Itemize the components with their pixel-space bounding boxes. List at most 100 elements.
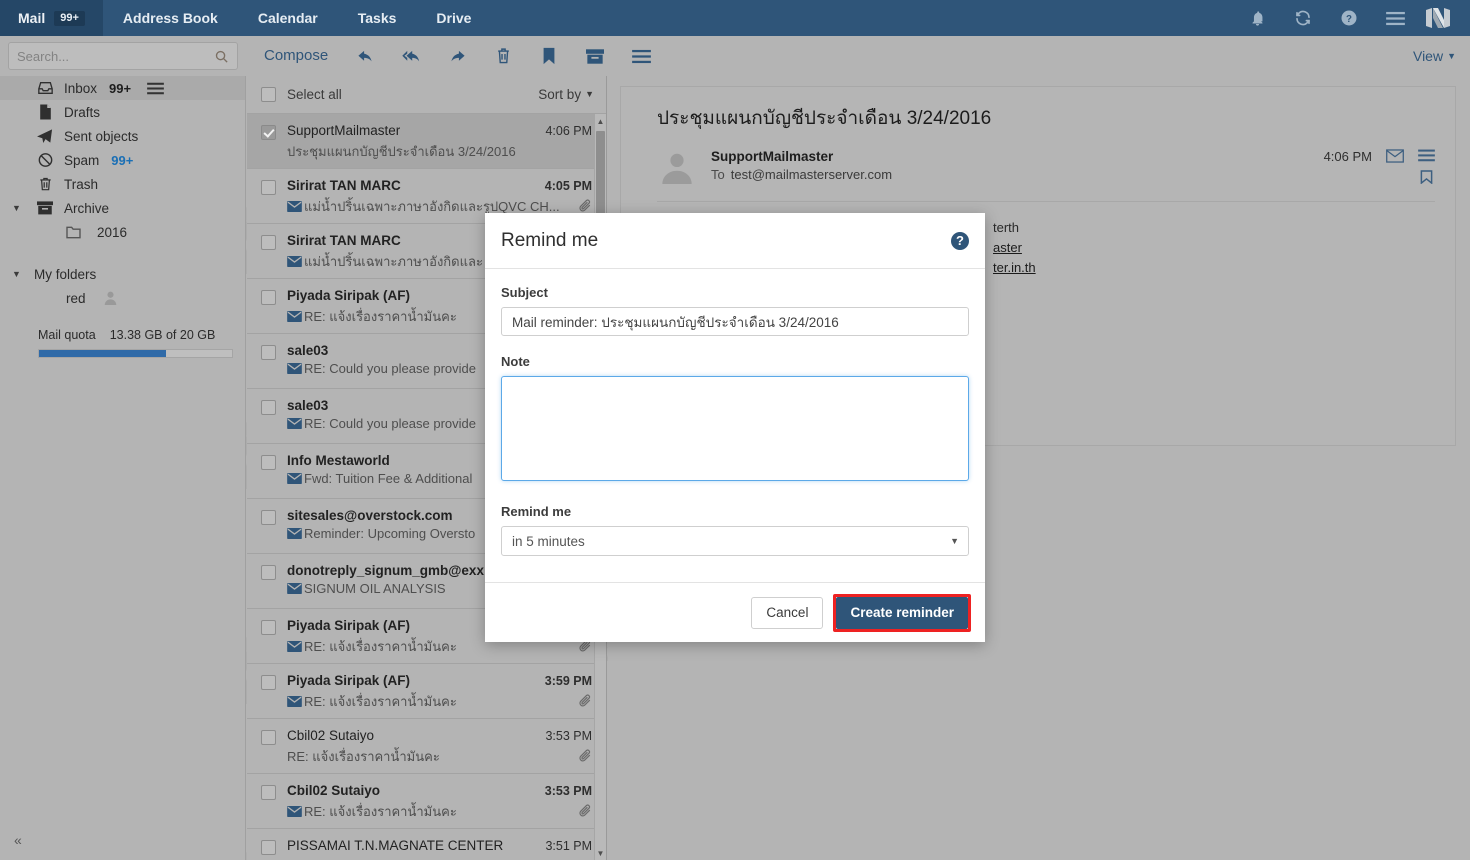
inbox-menu-icon[interactable] xyxy=(147,82,164,95)
more-menu-icon[interactable] xyxy=(1418,149,1435,167)
sidebar-item-archive[interactable]: ▼ Archive xyxy=(0,196,245,220)
nav-tab-address-book-label: Address Book xyxy=(122,10,218,26)
message-checkbox[interactable] xyxy=(261,620,276,635)
message-list-item[interactable]: Cbil02 Sutaiyo 3:53 PM RE: แจ้งเรื่องราค… xyxy=(247,774,606,829)
sidebar-item-drafts[interactable]: Drafts xyxy=(0,100,245,124)
message-subject: ประชุมแผนกบัญชีประจำเดือน 3/24/2016 xyxy=(657,108,992,129)
reply-all-icon[interactable] xyxy=(388,36,434,76)
archive-twisty-icon[interactable]: ▼ xyxy=(12,203,21,213)
mail-quota: Mail quota 13.38 GB of 20 GB xyxy=(0,328,245,342)
sidebar-item-red[interactable]: red xyxy=(0,286,245,310)
message-checkbox[interactable] xyxy=(261,455,276,470)
sidebar-item-sent[interactable]: Sent objects xyxy=(0,124,245,148)
nav-tab-tasks-label: Tasks xyxy=(357,10,397,26)
message-checkbox[interactable] xyxy=(261,840,276,855)
nav-tab-address-book[interactable]: Address Book xyxy=(103,0,238,36)
note-textarea[interactable] xyxy=(501,376,969,481)
nav-tab-mail[interactable]: Mail 99+ xyxy=(0,0,103,36)
message-list-item[interactable]: Cbil02 Sutaiyo 3:53 PM RE: แจ้งเรื่องราค… xyxy=(247,719,606,774)
message-checkbox-cell xyxy=(261,343,276,388)
message-body-link-1[interactable]: aster xyxy=(993,240,1022,255)
help-icon[interactable]: ? xyxy=(951,231,969,250)
menu-icon[interactable] xyxy=(1372,0,1418,36)
inbox-count: 99+ xyxy=(109,80,132,96)
sidebar-item-red-label: red xyxy=(66,290,86,306)
message-subject: ประชุมแผนกบัญชีประจำเดือน 3/24/2016 xyxy=(287,144,516,159)
scroll-down-arrow-icon[interactable]: ▼ xyxy=(595,846,606,860)
message-checkbox-cell xyxy=(261,673,276,718)
message-checkbox[interactable] xyxy=(261,675,276,690)
view-dropdown[interactable]: View ▼ xyxy=(1413,36,1456,78)
scroll-up-arrow-icon[interactable]: ▲ xyxy=(595,114,606,128)
scrollbar-thumb[interactable] xyxy=(596,131,605,223)
reply-icon[interactable] xyxy=(342,36,388,76)
message-checkbox[interactable] xyxy=(261,125,276,140)
remind-me-select[interactable]: in 5 minutes xyxy=(501,526,969,556)
message-checkbox[interactable] xyxy=(261,235,276,250)
message-checkbox[interactable] xyxy=(261,345,276,360)
message-list-item[interactable]: SupportMailmaster 4:06 PM ประชุมแผนกบัญช… xyxy=(247,114,606,169)
flag-icon[interactable] xyxy=(526,36,572,76)
create-reminder-highlight: Create reminder xyxy=(833,593,971,632)
message-checkbox[interactable] xyxy=(261,510,276,525)
message-checkbox[interactable] xyxy=(261,180,276,195)
sidebar-item-spam[interactable]: Spam 99+ xyxy=(0,148,245,172)
collapse-sidebar-button[interactable]: « xyxy=(14,832,22,848)
message-meta: SupportMailmaster To test@mailmasterserve… xyxy=(657,147,1435,202)
message-list-item[interactable]: PISSAMAI T.N.MAGNATE CENTER 3:51 PM xyxy=(247,829,606,860)
sidebar-item-2016[interactable]: 2016 xyxy=(0,220,245,244)
search-input[interactable] xyxy=(9,48,214,64)
svg-text:?: ? xyxy=(1346,14,1352,25)
message-checkbox-cell xyxy=(261,178,276,223)
sort-by-dropdown[interactable]: Sort by ▼ xyxy=(538,87,594,102)
sidebar-item-inbox-label: Inbox xyxy=(64,80,98,96)
dialog-footer: Cancel Create reminder xyxy=(485,582,985,642)
sidebar-section-my-folders[interactable]: ▼ My folders xyxy=(0,262,245,286)
subject-label: Subject xyxy=(501,285,548,300)
nav-tab-calendar[interactable]: Calendar xyxy=(238,0,338,36)
nav-tab-drive[interactable]: Drive xyxy=(416,0,491,36)
message-checkbox[interactable] xyxy=(261,785,276,800)
sidebar-item-trash[interactable]: Trash xyxy=(0,172,245,196)
create-reminder-button[interactable]: Create reminder xyxy=(836,596,968,629)
nav-tab-tasks[interactable]: Tasks xyxy=(338,0,417,36)
message-checkbox[interactable] xyxy=(261,565,276,580)
search-icon[interactable] xyxy=(214,49,237,64)
delete-icon[interactable] xyxy=(480,36,526,76)
more-menu-icon[interactable] xyxy=(618,36,664,76)
message-body-link-2[interactable]: ter.in.th xyxy=(993,260,1036,275)
message-summary: SupportMailmaster 4:06 PM ประชุมแผนกบัญช… xyxy=(276,123,592,168)
envelope-icon[interactable] xyxy=(1386,149,1404,163)
message-subject: RE: แจ้งเรื่องราคาน้ำมันคะ xyxy=(304,309,457,324)
mailmaster-logo xyxy=(1418,0,1458,36)
nav-tab-calendar-label: Calendar xyxy=(257,10,318,26)
remind-me-label: Remind me xyxy=(501,504,572,519)
cancel-button[interactable]: Cancel xyxy=(751,596,824,629)
message-checkbox[interactable] xyxy=(261,400,276,415)
forward-icon[interactable] xyxy=(434,36,480,76)
message-list-item[interactable]: Piyada Siripak (AF) 3:59 PM RE: แจ้งเรื่… xyxy=(247,664,606,719)
refresh-icon[interactable] xyxy=(1280,0,1326,36)
compose-button[interactable]: Compose xyxy=(248,36,342,76)
message-options[interactable] xyxy=(1418,149,1435,189)
bell-icon[interactable] xyxy=(1234,0,1280,36)
my-folders-twisty-icon[interactable]: ▼ xyxy=(12,269,21,279)
dialog-header: Remind me ? xyxy=(485,213,985,269)
message-summary: Cbil02 Sutaiyo 3:53 PM RE: แจ้งเรื่องราค… xyxy=(276,728,592,773)
bookmark-icon[interactable] xyxy=(1420,170,1433,189)
message-time: 4:06 PM xyxy=(1323,149,1372,164)
mail-actions-toolbar: Compose xyxy=(248,36,1358,76)
help-icon[interactable]: ? xyxy=(1326,0,1372,36)
message-sender: Piyada Siripak (AF) xyxy=(287,618,411,633)
message-checkbox[interactable] xyxy=(261,290,276,305)
archive-icon[interactable] xyxy=(572,36,618,76)
remind-me-dialog: Remind me ? Subject Note Remind me in 5 … xyxy=(485,213,985,642)
message-subject: RE: แจ้งเรื่องราคาน้ำมันคะ xyxy=(304,639,457,654)
subject-input[interactable] xyxy=(501,307,969,336)
search-box[interactable] xyxy=(8,42,238,70)
select-all-checkbox[interactable] xyxy=(261,87,276,102)
sidebar-item-inbox[interactable]: Inbox 99+ xyxy=(0,76,245,100)
inbox-icon xyxy=(36,81,54,95)
message-checkbox[interactable] xyxy=(261,730,276,745)
